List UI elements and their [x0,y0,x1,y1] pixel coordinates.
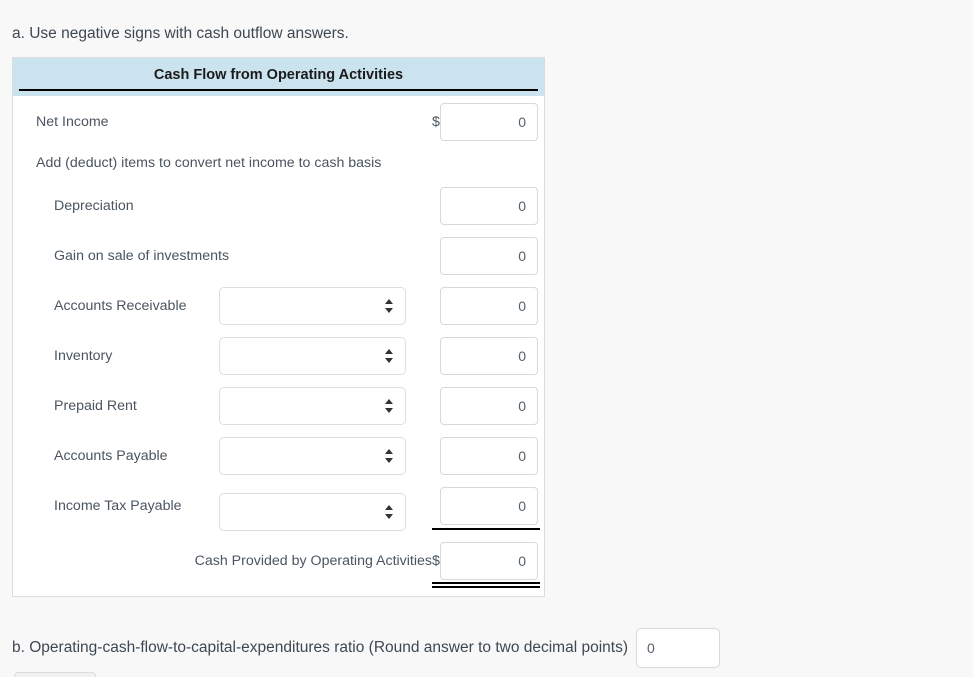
table-row: Gain on sale of investments [13,237,544,275]
row-label-accounts-receivable: Accounts Receivable [54,298,187,314]
currency-symbol: $ [432,553,440,569]
part-a-prompt: a. Use negative signs with cash outflow … [12,25,349,42]
subtotal-rule [432,528,540,530]
amount-input-cash-provided-by-operating-activities[interactable] [440,542,538,580]
select-wrapper-inventory [219,337,406,375]
amount-input-depreciation[interactable] [440,187,538,225]
table-row-total: Cash Provided by Operating Activities $ [13,542,544,580]
exercise-page: a. Use negative signs with cash outflow … [0,0,973,677]
currency-symbol: $ [432,114,440,130]
amount-input-gain-on-sale-of-investments[interactable] [440,237,538,275]
amount-input-accounts-payable[interactable] [440,437,538,475]
cash-flow-statement-table: Cash Flow from Operating Activities Net … [12,57,545,597]
row-label-accounts-payable: Accounts Payable [54,448,168,464]
select-wrapper-accounts-receivable [219,287,406,325]
section-note-row: Add (deduct) items to convert net income… [13,144,544,182]
select-wrapper-income-tax-payable [219,493,406,531]
row-label-gain-on-sale-of-investments: Gain on sale of investments [54,248,230,264]
header-underline [19,89,538,91]
row-label-prepaid-rent: Prepaid Rent [54,398,137,414]
select-wrapper-accounts-payable [219,437,406,475]
select-accounts-receivable[interactable] [219,287,406,325]
select-inventory[interactable] [219,337,406,375]
amount-input-accounts-receivable[interactable] [440,287,538,325]
row-label-inventory: Inventory [54,348,113,364]
statement-body: Net Income $ Add (deduct) items to conve… [13,96,544,596]
statement-header: Cash Flow from Operating Activities [13,58,544,96]
statement-title: Cash Flow from Operating Activities [153,67,404,83]
select-prepaid-rent[interactable] [219,387,406,425]
amount-input-net-income[interactable] [440,103,538,141]
row-label-net-income: Net Income [36,114,109,130]
table-row: Net Income $ [13,103,544,141]
table-row: Accounts Receivable [13,287,544,325]
select-income-tax-payable[interactable] [219,493,406,531]
table-row: Income Tax Payable [13,487,544,531]
select-wrapper-prepaid-rent [219,387,406,425]
bottom-cutoff-button[interactable] [14,672,96,677]
row-label-depreciation: Depreciation [54,198,134,214]
amount-input-income-tax-payable[interactable] [440,487,538,525]
ratio-input[interactable] [635,628,720,668]
section-note: Add (deduct) items to convert net income… [36,155,382,171]
part-b-prompt: b. Operating-cash-flow-to-capital-expend… [12,639,628,656]
table-row: Accounts Payable [13,437,544,475]
select-accounts-payable[interactable] [219,437,406,475]
table-row: Inventory [13,337,544,375]
amount-input-inventory[interactable] [440,337,538,375]
row-label-cash-provided-by-operating-activities: Cash Provided by Operating Activities [194,553,432,569]
grand-total-double-rule [432,582,540,588]
table-row: Depreciation [13,187,544,225]
amount-input-prepaid-rent[interactable] [440,387,538,425]
row-label-income-tax-payable: Income Tax Payable [54,498,182,514]
table-row: Prepaid Rent [13,387,544,425]
part-b-row: b. Operating-cash-flow-to-capital-expend… [12,628,720,668]
